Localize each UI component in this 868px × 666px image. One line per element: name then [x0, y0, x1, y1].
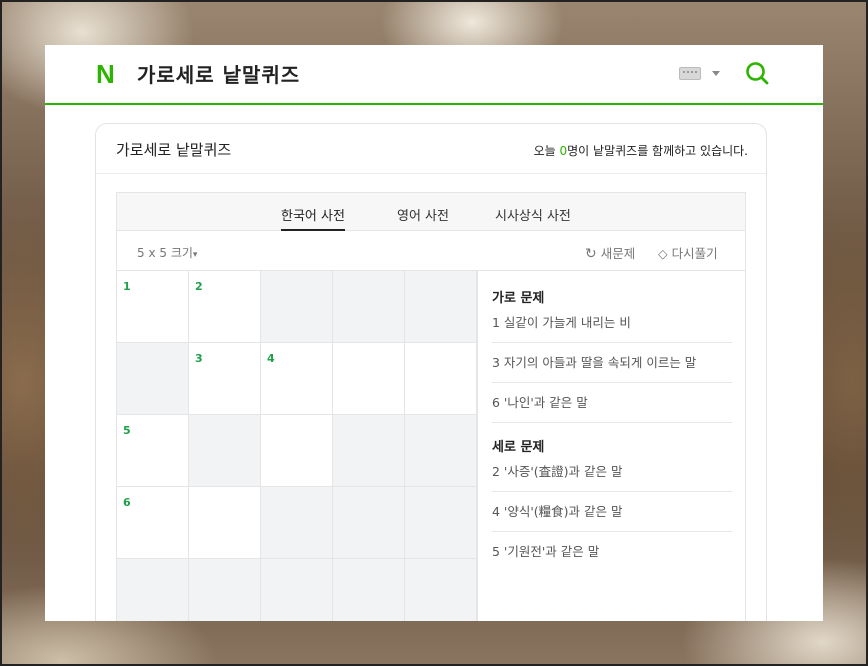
- grid-cell[interactable]: 5: [117, 415, 189, 487]
- caret-down-icon: ▾: [192, 250, 198, 260]
- search-icon[interactable]: [745, 61, 769, 85]
- blocked-cell: [117, 559, 189, 621]
- clue-across-1[interactable]: 1 실같이 가늘게 내리는 비: [492, 303, 732, 343]
- clue-down-5[interactable]: 5 '기원전'과 같은 말: [492, 532, 732, 572]
- cell-number: 3: [195, 352, 203, 365]
- grid-cell[interactable]: 3: [189, 343, 261, 415]
- grid-cell[interactable]: 6: [117, 487, 189, 559]
- panel-title: 가로세로 낱말퀴즈: [116, 141, 232, 159]
- eraser-icon: ◇: [658, 246, 668, 261]
- grid-cell[interactable]: 2: [189, 271, 261, 343]
- blocked-cell: [189, 415, 261, 487]
- panel-header: 가로세로 낱말퀴즈 오늘 0명이 낱말퀴즈를 함께하고 있습니다.: [96, 124, 766, 174]
- cell-number: 1: [123, 280, 131, 293]
- tab-english-dictionary[interactable]: 영어 사전: [397, 205, 449, 231]
- cell-number: 4: [267, 352, 275, 365]
- status-suffix: 명이 낱말퀴즈를 함께하고 있습니다.: [567, 144, 748, 158]
- grid-cell[interactable]: [405, 343, 477, 415]
- clue-down-4[interactable]: 4 '양식'(糧食)과 같은 말: [492, 492, 732, 532]
- cell-number: 6: [123, 496, 131, 509]
- new-question-label: 새문제: [600, 246, 636, 261]
- blocked-cell: [333, 559, 405, 621]
- quiz-toolbar: 5 x 5 크기▾ ↻ 새문제 ◇ 다시풀기: [117, 231, 745, 271]
- cell-number: 5: [123, 424, 131, 437]
- blocked-cell: [117, 343, 189, 415]
- tab-current-affairs-dictionary[interactable]: 시사상식 사전: [495, 205, 571, 231]
- app-window: N 가로세로 낱말퀴즈 가로세로 낱말퀴즈 오늘 0명이 낱말퀴즈를 함께하고 …: [45, 45, 823, 621]
- player-count-status: 오늘 0명이 낱말퀴즈를 함께하고 있습니다.: [534, 142, 748, 159]
- grid-size-select[interactable]: 5 x 5 크기▾: [137, 244, 197, 261]
- clue-down-2[interactable]: 2 '사증'(査證)과 같은 말: [492, 452, 732, 492]
- grid-cell[interactable]: [333, 343, 405, 415]
- retry-button[interactable]: ◇ 다시풀기: [658, 243, 718, 262]
- crossword-grid: 1 2 3 4 5 6: [117, 271, 477, 621]
- app-header: N 가로세로 낱말퀴즈: [45, 45, 823, 105]
- clue-across-6[interactable]: 6 '나인'과 같은 말: [492, 383, 732, 423]
- new-question-button[interactable]: ↻ 새문제: [585, 243, 635, 262]
- cell-number: 2: [195, 280, 203, 293]
- grid-cell[interactable]: [261, 415, 333, 487]
- blocked-cell: [189, 559, 261, 621]
- blocked-cell: [333, 271, 405, 343]
- grid-cell[interactable]: 1: [117, 271, 189, 343]
- status-prefix: 오늘: [533, 144, 560, 158]
- player-count: 0: [559, 144, 568, 158]
- crossword-game: 한국어 사전 영어 사전 시사상식 사전 5 x 5 크기▾ ↻ 새문제 ◇ 다…: [116, 192, 746, 621]
- refresh-icon: ↻: [585, 246, 597, 262]
- blocked-cell: [261, 559, 333, 621]
- retry-label: 다시풀기: [671, 246, 718, 261]
- clue-across-3[interactable]: 3 자기의 아들과 딸을 속되게 이르는 말: [492, 343, 732, 383]
- blocked-cell: [261, 271, 333, 343]
- chevron-down-icon[interactable]: [712, 71, 720, 76]
- blocked-cell: [333, 487, 405, 559]
- tab-korean-dictionary[interactable]: 한국어 사전: [281, 205, 345, 231]
- blocked-cell: [405, 271, 477, 343]
- grid-cell[interactable]: 4: [261, 343, 333, 415]
- dictionary-tabs: 한국어 사전 영어 사전 시사상식 사전: [117, 193, 745, 231]
- clue-list: 가로 문제 1 실같이 가늘게 내리는 비 3 자기의 아들과 딸을 속되게 이…: [477, 271, 747, 621]
- blocked-cell: [405, 415, 477, 487]
- blocked-cell: [333, 415, 405, 487]
- blocked-cell: [261, 487, 333, 559]
- page-title[interactable]: 가로세로 낱말퀴즈: [137, 59, 300, 88]
- keyboard-icon[interactable]: [679, 67, 701, 80]
- quiz-panel: 가로세로 낱말퀴즈 오늘 0명이 낱말퀴즈를 함께하고 있습니다. 한국어 사전…: [95, 123, 767, 621]
- grid-cell[interactable]: [189, 487, 261, 559]
- naver-logo[interactable]: N: [96, 61, 122, 87]
- blocked-cell: [405, 559, 477, 621]
- blocked-cell: [405, 487, 477, 559]
- grid-size-label: 5 x 5 크기: [137, 246, 193, 260]
